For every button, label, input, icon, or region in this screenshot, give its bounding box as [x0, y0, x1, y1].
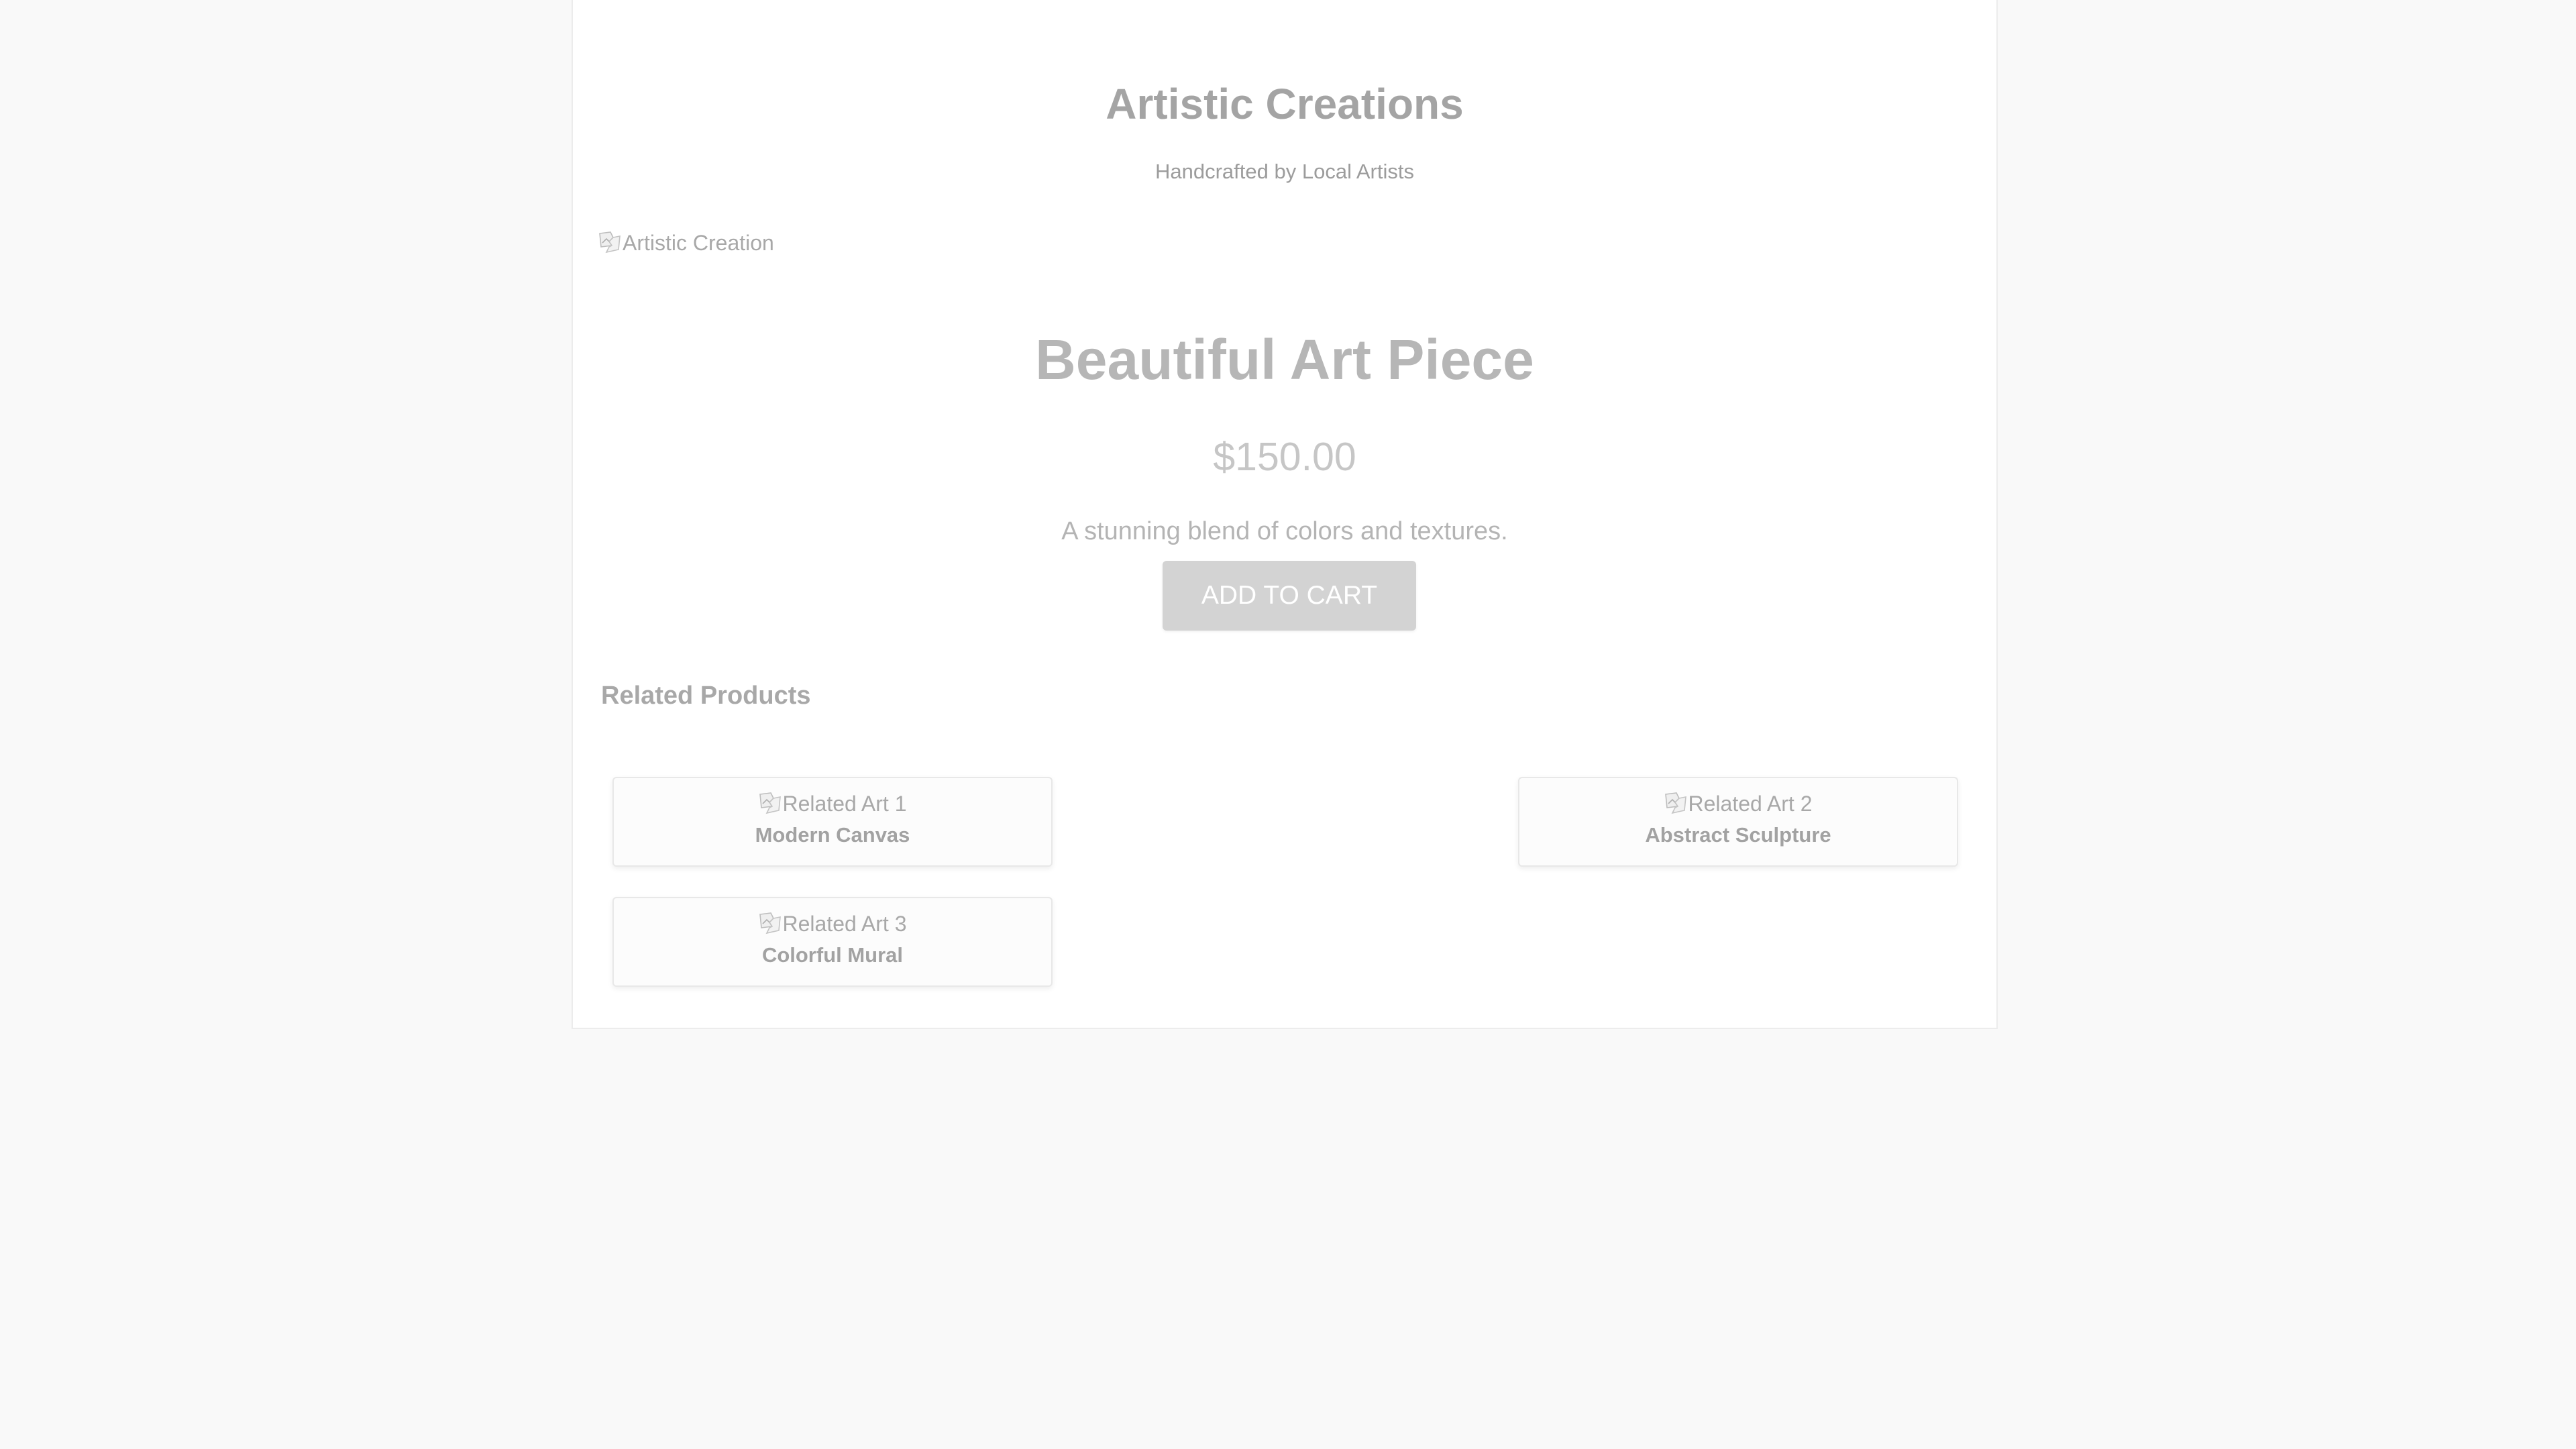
- related-product-image-alt-text: Related Art 1: [782, 792, 907, 816]
- product-image-alt-text: Artistic Creation: [623, 231, 774, 255]
- related-product-card-2[interactable]: Related Art 2 Abstract Sculpture: [1518, 777, 1958, 867]
- related-product-name: Modern Canvas: [755, 823, 910, 847]
- related-product-image-alt-text: Related Art 3: [782, 912, 907, 936]
- related-product-image-1: Related Art 1: [759, 792, 907, 816]
- broken-image-icon: [1664, 792, 1686, 814]
- site-tagline: Handcrafted by Local Artists: [1155, 160, 1414, 183]
- broken-image-icon: [759, 792, 781, 814]
- related-product-image-alt-text: Related Art 2: [1688, 792, 1813, 816]
- related-product-name: Abstract Sculpture: [1645, 823, 1831, 847]
- broken-image-icon: [599, 231, 621, 254]
- related-product-image-3: Related Art 3: [759, 912, 907, 936]
- related-products-heading: Related Products: [601, 682, 811, 710]
- product-page: Artistic Creations Handcrafted by Local …: [572, 0, 1998, 1029]
- related-product-name: Colorful Mural: [761, 943, 904, 967]
- site-title: Artistic Creations: [1106, 80, 1464, 128]
- product-image: Artistic Creation: [598, 231, 774, 256]
- broken-image-icon: [759, 912, 781, 934]
- product-price: $150.00: [1213, 435, 1356, 479]
- related-product-card-3[interactable]: Related Art 3 Colorful Mural: [612, 897, 1053, 987]
- related-product-card-1[interactable]: Related Art 1 Modern Canvas: [612, 777, 1053, 867]
- product-description: A stunning blend of colors and textures.: [1061, 517, 1508, 545]
- related-product-image-2: Related Art 2: [1664, 792, 1813, 816]
- product-name: Beautiful Art Piece: [1035, 328, 1534, 391]
- add-to-cart-button[interactable]: ADD TO CART: [1163, 561, 1416, 631]
